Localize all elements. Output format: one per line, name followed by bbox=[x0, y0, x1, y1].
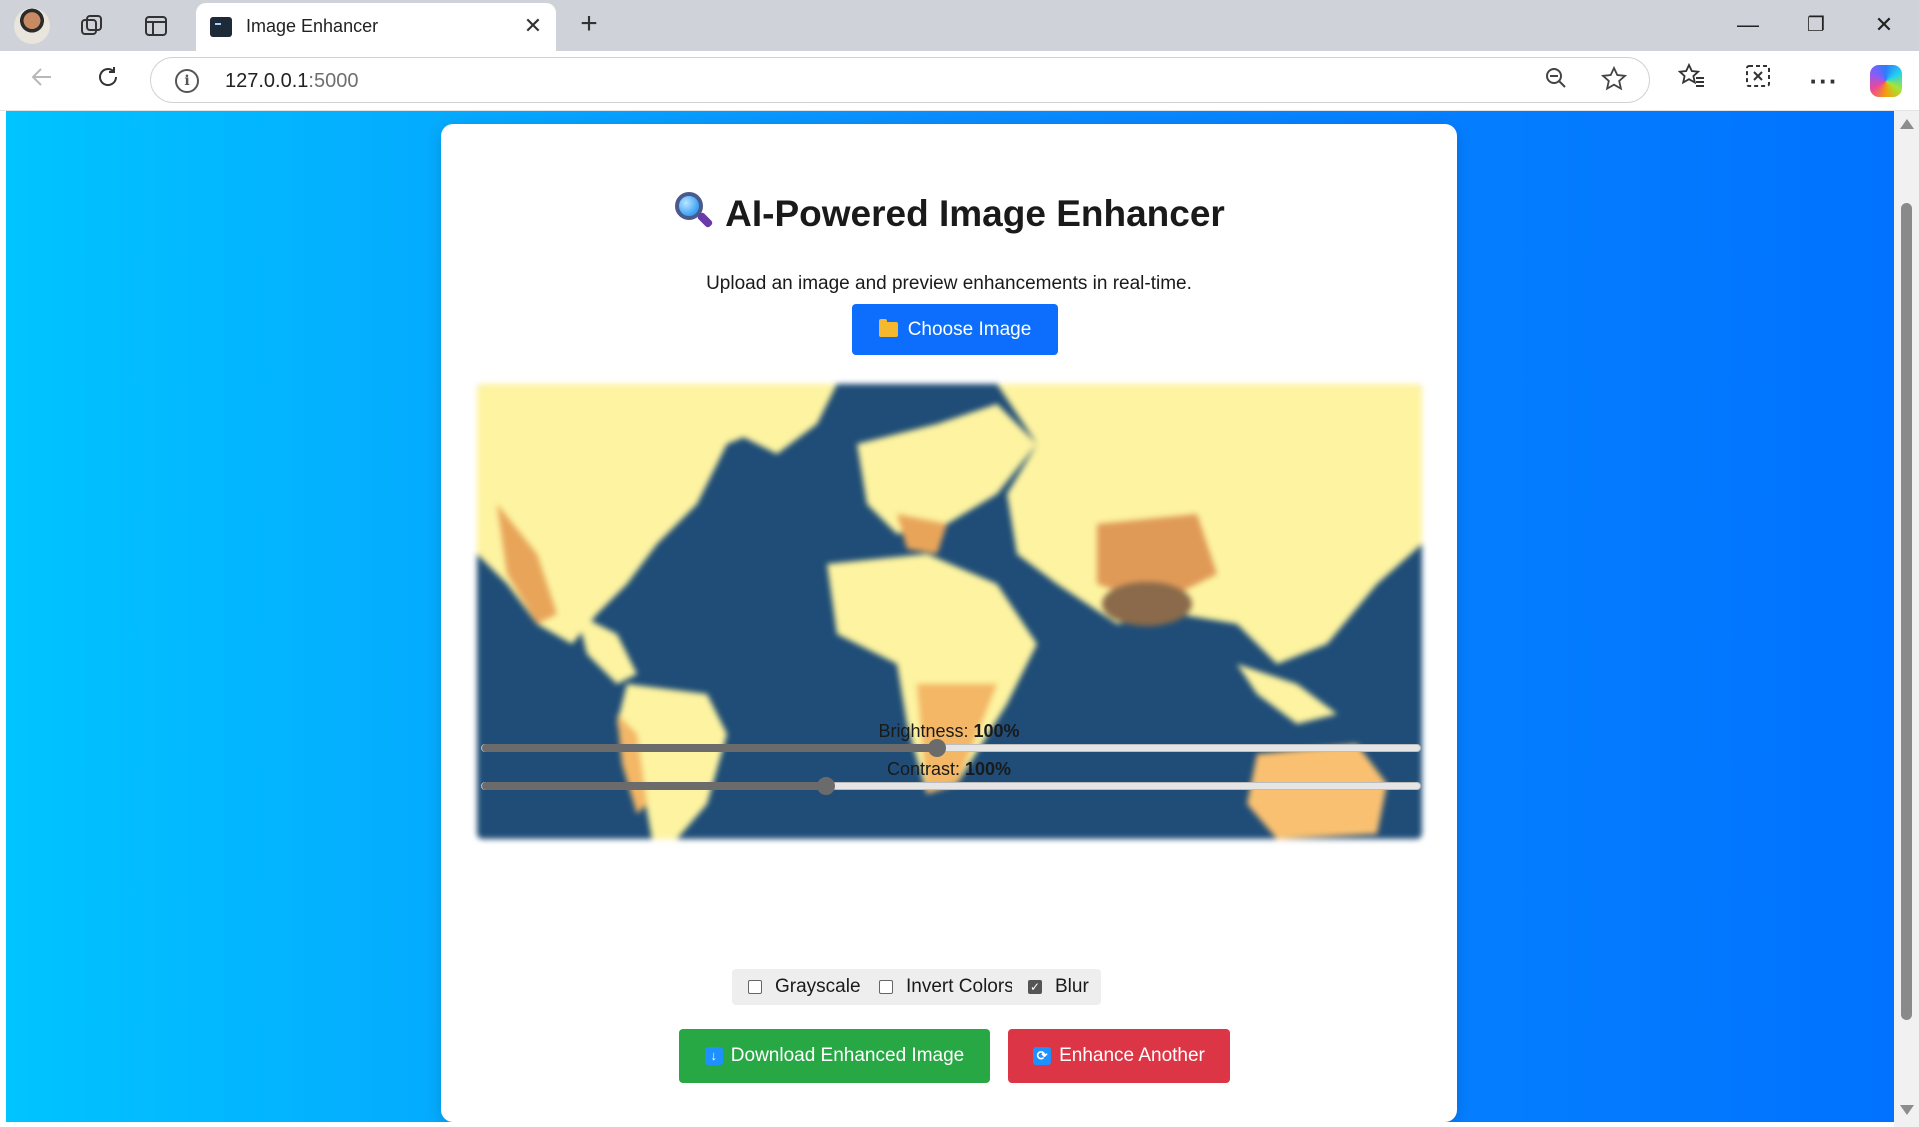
screenshot-icon[interactable] bbox=[1738, 63, 1778, 99]
magnifier-icon bbox=[673, 192, 714, 230]
tab-close-icon[interactable]: ✕ bbox=[520, 13, 546, 39]
brightness-slider-handle[interactable] bbox=[927, 739, 946, 757]
scroll-down-arrow-icon[interactable] bbox=[1900, 1105, 1914, 1115]
new-tab-button[interactable]: + bbox=[572, 8, 606, 42]
zoom-out-icon[interactable] bbox=[1541, 66, 1571, 96]
favorites-icon[interactable] bbox=[1672, 62, 1712, 99]
choose-image-button[interactable]: Choose Image bbox=[852, 304, 1058, 355]
download-arrow-icon: ↓ bbox=[704, 1047, 723, 1065]
enhancer-card: AI-Powered Image Enhancer Upload an imag… bbox=[441, 124, 1457, 1122]
address-bar[interactable]: i 127.0.0.1:5000 bbox=[150, 57, 1650, 103]
scroll-up-arrow-icon[interactable] bbox=[1900, 119, 1914, 129]
url-text: 127.0.0.1:5000 bbox=[225, 70, 359, 92]
terminal-favicon-icon bbox=[210, 17, 232, 37]
grayscale-checkbox[interactable] bbox=[748, 980, 762, 994]
blur-option[interactable]: ✓ Blur bbox=[1012, 969, 1101, 1005]
profile-avatar[interactable] bbox=[14, 8, 50, 44]
window-close-button[interactable]: ✕ bbox=[1862, 8, 1906, 42]
workspaces-icon[interactable] bbox=[74, 10, 110, 42]
blur-checkbox[interactable]: ✓ bbox=[1028, 980, 1042, 994]
brightness-slider[interactable] bbox=[481, 739, 1421, 757]
invert-colors-option[interactable]: Invert Colors bbox=[863, 969, 1026, 1005]
page-scrollbar[interactable] bbox=[1894, 111, 1919, 1127]
page-background: AI-Powered Image Enhancer Upload an imag… bbox=[6, 111, 1894, 1122]
tab-title: Image Enhancer bbox=[246, 16, 379, 36]
invert-colors-checkbox[interactable] bbox=[879, 980, 893, 994]
active-tab[interactable]: Image Enhancer ✕ bbox=[196, 3, 556, 51]
restore-button[interactable]: ❐ bbox=[1794, 8, 1838, 42]
browser-tab-strip: Image Enhancer ✕ + — ❐ ✕ bbox=[0, 0, 1919, 51]
folder-icon bbox=[878, 319, 898, 337]
star-icon[interactable] bbox=[1599, 65, 1629, 96]
back-icon[interactable] bbox=[22, 63, 62, 99]
more-icon[interactable]: ··· bbox=[1804, 63, 1844, 99]
refresh-arrows-icon: ⟳ bbox=[1033, 1047, 1052, 1065]
info-icon[interactable]: i bbox=[175, 69, 199, 93]
page-title: AI-Powered Image Enhancer bbox=[441, 192, 1457, 235]
brightness-label: Brightness: 100% bbox=[878, 721, 1020, 741]
contrast-slider[interactable] bbox=[481, 777, 1421, 795]
contrast-label: Contrast: 100% bbox=[886, 759, 1012, 779]
contrast-slider-fill bbox=[482, 782, 827, 790]
browser-toolbar: i 127.0.0.1:5000 ··· bbox=[0, 51, 1919, 111]
brightness-slider-fill bbox=[482, 744, 937, 752]
enhance-another-button[interactable]: ⟳ Enhance Another bbox=[1008, 1029, 1230, 1083]
copilot-icon[interactable] bbox=[1870, 65, 1902, 97]
minimize-button[interactable]: — bbox=[1726, 8, 1770, 42]
grayscale-option[interactable]: Grayscale bbox=[732, 969, 873, 1005]
tab-actions-icon[interactable] bbox=[138, 10, 174, 42]
page-subtitle: Upload an image and preview enhancements… bbox=[706, 273, 1192, 294]
download-enhanced-button[interactable]: ↓ Download Enhanced Image bbox=[679, 1029, 990, 1083]
scrollbar-thumb[interactable] bbox=[1901, 203, 1912, 1020]
refresh-icon[interactable] bbox=[88, 63, 128, 99]
